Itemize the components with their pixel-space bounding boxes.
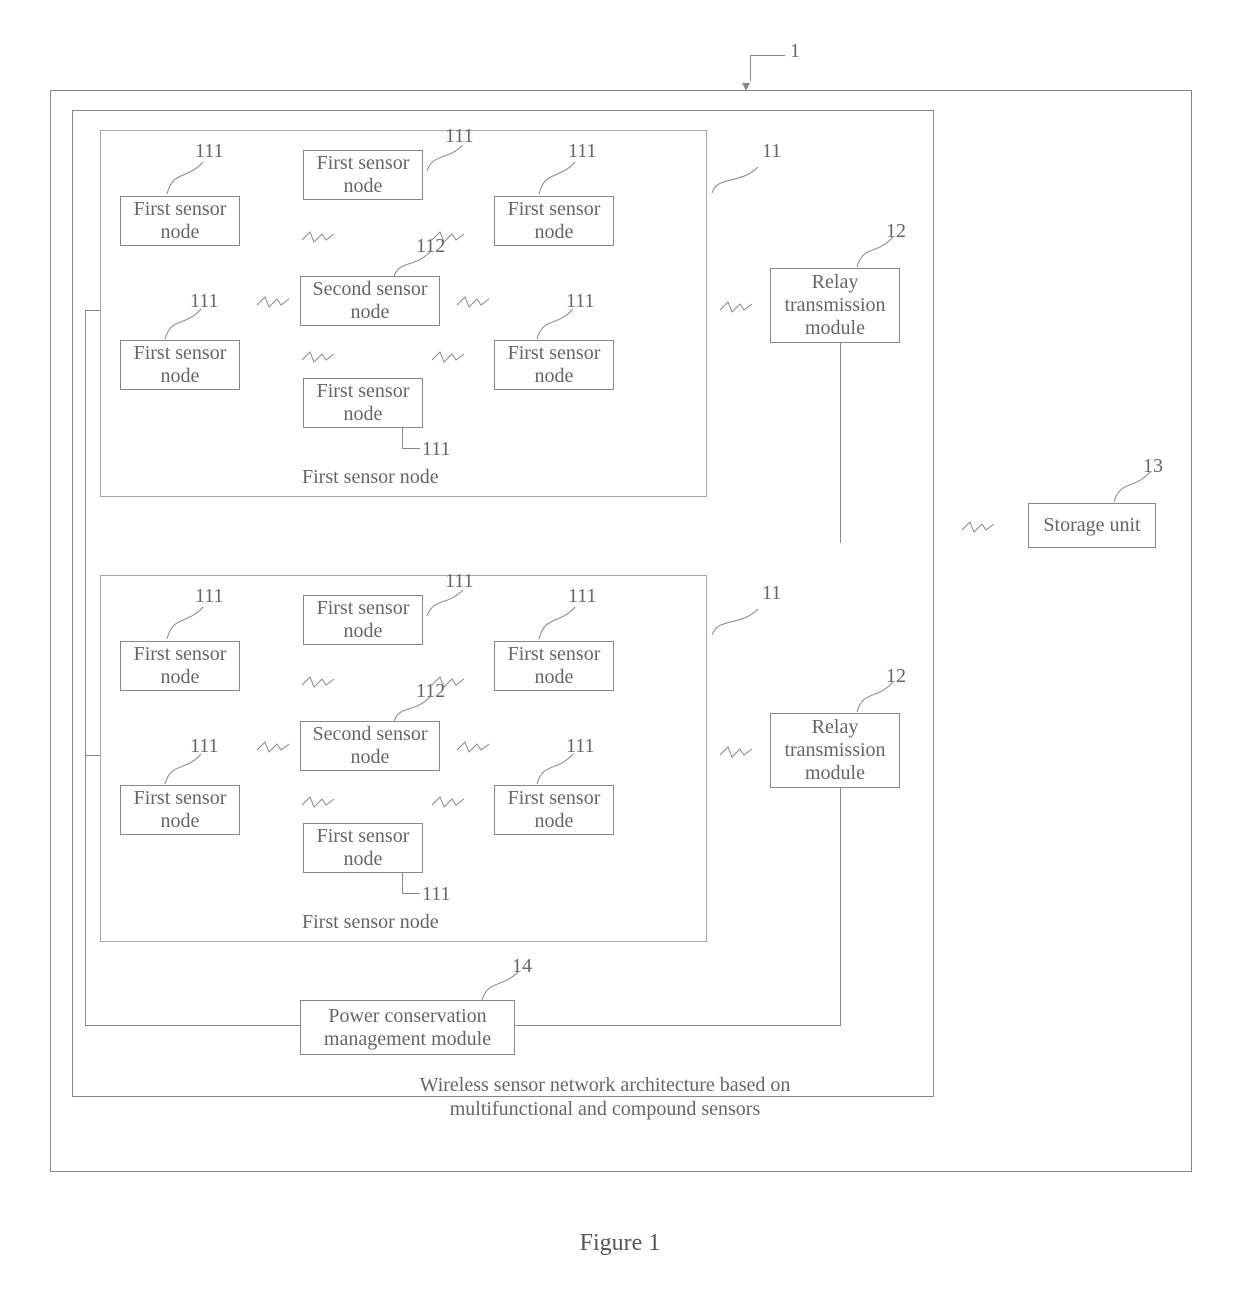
leader-curve <box>710 165 760 195</box>
wireless-icon <box>300 795 336 809</box>
wireless-icon <box>255 740 291 754</box>
leader-curve <box>710 607 760 637</box>
wireless-icon <box>455 295 491 309</box>
cluster-caption: First sensor node <box>302 466 439 489</box>
ref-first-sensor: 111 <box>190 290 219 313</box>
storage-unit: Storage unit <box>1028 503 1156 548</box>
first-sensor-node: First sensornode <box>303 150 423 200</box>
first-sensor-node: First sensornode <box>120 196 240 246</box>
leader-line <box>750 55 785 56</box>
first-sensor-node: First sensornode <box>494 196 614 246</box>
leader-curve <box>537 605 577 641</box>
connector <box>85 755 100 756</box>
first-sensor-node: First sensornode <box>494 340 614 390</box>
ref-system: 1 <box>790 40 800 63</box>
leader-curve <box>165 605 205 641</box>
connector <box>85 310 100 311</box>
figure-caption: Figure 1 <box>0 1230 1240 1257</box>
connector <box>840 343 841 543</box>
connector <box>515 1025 840 1026</box>
wireless-icon <box>300 350 336 364</box>
first-sensor-node: First sensornode <box>303 823 423 873</box>
ref-first-sensor: 111 <box>568 585 597 608</box>
wireless-icon <box>960 520 996 534</box>
wireless-icon <box>300 230 336 244</box>
connector <box>840 788 841 1026</box>
wireless-icon <box>255 295 291 309</box>
wireless-icon <box>430 675 466 689</box>
power-module: Power conservationmanagement module <box>300 1000 515 1055</box>
leader-line <box>402 893 420 894</box>
first-sensor-node: First sensornode <box>494 785 614 835</box>
system-caption-line2: multifunctional and compound sensors <box>330 1098 880 1121</box>
ref-relay: 12 <box>886 665 906 688</box>
wireless-icon <box>430 795 466 809</box>
wireless-icon <box>718 300 754 314</box>
ref-first-sensor: 111 <box>566 735 595 758</box>
ref-first-sensor: 111 <box>566 290 595 313</box>
first-sensor-node: First sensornode <box>120 340 240 390</box>
wireless-icon <box>455 740 491 754</box>
connector <box>85 1025 300 1026</box>
leader-line <box>402 428 403 448</box>
wireless-icon <box>300 675 336 689</box>
first-sensor-node: First sensornode <box>303 378 423 428</box>
system-caption-line1: Wireless sensor network architecture bas… <box>330 1074 880 1097</box>
ref-cluster: 11 <box>762 582 781 605</box>
second-sensor-node: Second sensornode <box>300 721 440 771</box>
relay-module: Relaytransmissionmodule <box>770 268 900 343</box>
cluster-caption: First sensor node <box>302 911 439 934</box>
wireless-icon <box>430 350 466 364</box>
ref-first-sensor: 111 <box>568 140 597 163</box>
first-sensor-node: First sensornode <box>494 641 614 691</box>
ref-power: 14 <box>512 955 532 978</box>
second-sensor-node: Second sensornode <box>300 276 440 326</box>
ref-relay: 12 <box>886 220 906 243</box>
leader-curve <box>165 160 205 196</box>
ref-first-sensor: 111 <box>445 125 474 148</box>
ref-first-sensor: 111 <box>422 438 451 461</box>
leader-curve <box>537 160 577 196</box>
first-sensor-node: First sensornode <box>303 595 423 645</box>
connector <box>85 310 86 1025</box>
first-sensor-node: First sensornode <box>120 641 240 691</box>
wireless-icon <box>718 745 754 759</box>
relay-module: Relaytransmissionmodule <box>770 713 900 788</box>
ref-first-sensor: 111 <box>195 140 224 163</box>
leader-line <box>402 448 420 449</box>
leader-line <box>750 55 751 81</box>
ref-storage: 13 <box>1143 455 1163 478</box>
ref-first-sensor: 111 <box>422 883 451 906</box>
wireless-icon <box>430 230 466 244</box>
diagram-canvas: ▾ 1 11 First sensornode 111 First sensor… <box>0 0 1240 1313</box>
ref-first-sensor: 111 <box>195 585 224 608</box>
first-sensor-node: First sensornode <box>120 785 240 835</box>
ref-first-sensor: 111 <box>190 735 219 758</box>
leader-line <box>402 873 403 893</box>
ref-cluster: 11 <box>762 140 781 163</box>
ref-first-sensor: 111 <box>445 570 474 593</box>
